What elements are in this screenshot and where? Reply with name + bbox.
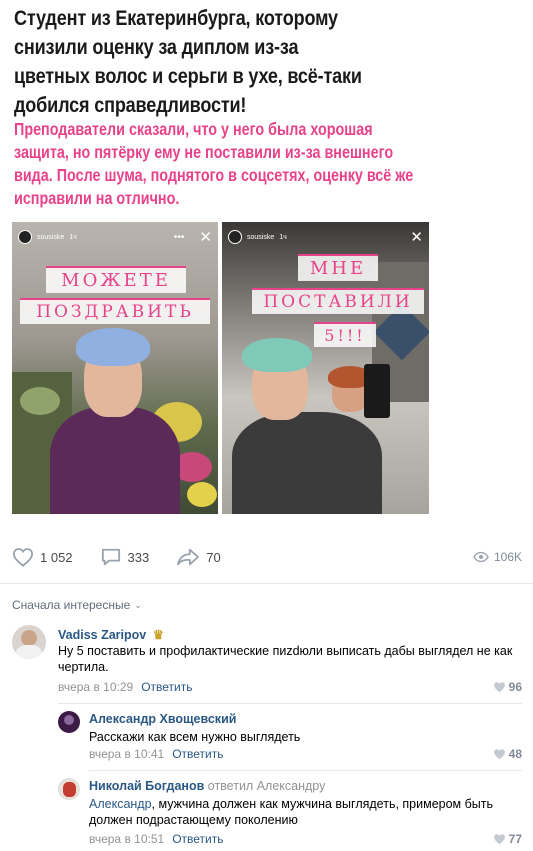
story-time: 1ч — [279, 233, 287, 241]
comment-text: Александр, мужчина должен как мужчина вы… — [89, 796, 519, 828]
comment-button[interactable]: 333 — [100, 547, 150, 567]
like-button[interactable]: 1 052 — [12, 547, 73, 567]
comment-divider — [89, 770, 522, 771]
comment-like-button[interactable]: 48 — [493, 747, 522, 761]
eye-icon — [473, 551, 489, 563]
comment-meta: вчера в 10:51 Ответить — [89, 832, 223, 846]
comment-icon — [101, 548, 120, 566]
comment-like-button[interactable]: 96 — [493, 680, 522, 694]
post-actions: 1 052 333 70 106K — [12, 545, 522, 569]
author-name: Николай Богданов — [89, 779, 205, 793]
reply-to-label[interactable]: ответил Александру — [208, 779, 326, 793]
sticker-line1: МНЕ — [298, 254, 378, 281]
chevron-down-icon: ⌄ — [134, 599, 142, 610]
like-count: 1 052 — [40, 549, 73, 565]
photo-right[interactable]: sousiske 1ч ✕ МНЕ ПОСТАВИЛИ 5!!! — [222, 222, 429, 514]
comment-author[interactable]: Николай Богданов ответил Александру — [89, 779, 325, 793]
comment-like-count: 96 — [508, 680, 522, 694]
reply-button[interactable]: Ответить — [172, 832, 223, 846]
comment-time[interactable]: вчера в 10:29 — [58, 680, 133, 694]
post-photos[interactable]: sousiske 1ч ••• ✕ МОЖЕТЕ ПОЗДРАВИТЬ sous… — [12, 222, 429, 514]
close-icon: ✕ — [199, 228, 212, 246]
addressee-link[interactable]: Александр — [89, 797, 152, 811]
comment-like-button[interactable]: 77 — [493, 832, 522, 846]
story-avatar — [228, 230, 242, 244]
comment-meta: вчера в 10:29 Ответить — [58, 680, 192, 694]
reply-button[interactable]: Ответить — [141, 680, 192, 694]
sticker-line3: 5!!! — [314, 322, 376, 347]
comment-author[interactable]: Vadiss Zaripov ♛ — [58, 627, 164, 642]
sticker-line2: ПОЗДРАВИТЬ — [20, 298, 210, 324]
comments-sort-dropdown[interactable]: Сначала интересные ⌄ — [12, 598, 142, 612]
comment-time[interactable]: вчера в 10:51 — [89, 832, 164, 846]
avatar[interactable] — [58, 778, 80, 800]
story-time: 1ч — [69, 233, 77, 241]
comment-divider — [58, 703, 522, 704]
sort-label: Сначала интересные — [12, 598, 131, 612]
comment-count: 333 — [127, 549, 150, 565]
comment-text: Расскажи как всем нужно выглядеть — [89, 730, 301, 744]
comment-meta: вчера в 10:41 Ответить — [89, 747, 223, 761]
views-counter: 106K — [473, 550, 522, 564]
story-username: sousiske — [247, 233, 275, 241]
share-count: 70 — [206, 549, 221, 565]
comment-time[interactable]: вчера в 10:41 — [89, 747, 164, 761]
story-avatar — [18, 230, 32, 244]
post-divider — [0, 583, 533, 584]
crown-icon: ♛ — [152, 628, 164, 642]
sticker-line2: ПОСТАВИЛИ — [252, 288, 424, 314]
close-icon: ✕ — [410, 228, 423, 246]
story-header-right: sousiske 1ч ✕ — [228, 228, 423, 246]
author-name: Vadiss Zaripov — [58, 628, 147, 642]
share-icon — [177, 548, 200, 566]
comment-like-count: 77 — [508, 832, 522, 846]
story-header-left: sousiske 1ч ••• ✕ — [18, 228, 212, 246]
views-count: 106K — [493, 550, 522, 564]
heart-icon — [493, 682, 505, 693]
avatar[interactable] — [12, 625, 46, 659]
story-username: sousiske — [37, 233, 65, 241]
post-headline: Студент из Екатеринбурга, которому снизи… — [14, 7, 362, 117]
photo-left[interactable]: sousiske 1ч ••• ✕ МОЖЕТЕ ПОЗДРАВИТЬ — [12, 222, 218, 514]
heart-icon — [493, 749, 505, 760]
heart-icon — [493, 834, 505, 845]
more-icon: ••• — [173, 231, 185, 243]
reply-button[interactable]: Ответить — [172, 747, 223, 761]
heart-icon — [12, 548, 34, 567]
comment-text: Ну 5 поставить и профилактические пиzdюл… — [58, 644, 513, 674]
share-button[interactable]: 70 — [176, 547, 221, 567]
comment-like-count: 48 — [508, 747, 522, 761]
comment-author[interactable]: Александр Хвощевский — [89, 712, 236, 726]
avatar[interactable] — [58, 711, 80, 733]
post-subhead: Преподаватели сказали, что у него была х… — [14, 119, 414, 208]
sticker-line1: МОЖЕТЕ — [46, 266, 186, 293]
